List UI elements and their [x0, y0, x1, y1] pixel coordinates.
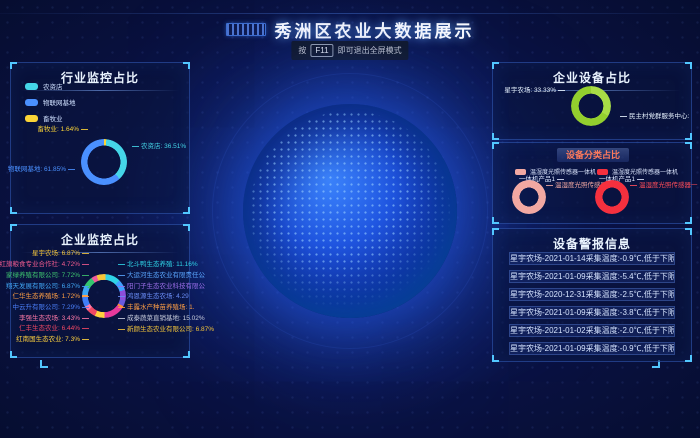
device-label-left: 星宇农场: 33.33%	[504, 87, 556, 95]
industry-legend: 农资店 物联网基地 畜牧业	[25, 81, 76, 129]
enterprise-label: 新颜生态农业有限公司: 6.87%	[127, 326, 214, 334]
alarm-row: 星宇农场-2021-01-14采集温度:-0.9℃,低于下限:0℃	[509, 252, 675, 265]
industry-monitor-panel: 行业监控占比 农资店 物联网基地 畜牧业 畜牧业: 1.64% 农资店: 36.…	[10, 62, 190, 214]
logo-badge	[226, 23, 266, 36]
enterprise-label: 丰露水产种苗养殖场: 1.	[127, 304, 195, 312]
page-title: 秀洲区农业大数据展示	[275, 17, 475, 42]
legend-item-wulianwang[interactable]: 物联网基地	[25, 97, 76, 107]
legend-item-nongzidian[interactable]: 农资店	[25, 81, 76, 91]
enterprise-monitor-panel: 企业监控占比 星宇农场: 6.87% 红旗粮食专业合作社: 4.72% 家绿养殖…	[10, 224, 190, 358]
enterprise-label: 红旗粮食专业合作社: 4.72%	[0, 261, 80, 269]
alarm-row: 星宇农场-2020-12-31采集温度:-2.5℃,低于下限:0℃	[509, 288, 675, 301]
device-label-right: 民主村党群服务中心:	[629, 113, 689, 121]
device-class-title: 设备分类占比	[557, 148, 629, 162]
enterprise-label: 阳门子生态农业科技有限公	[127, 283, 205, 291]
globe-visualization[interactable]	[243, 104, 457, 318]
enterprise-panel-title: 企业监控占比	[11, 231, 189, 248]
device-donut-chart[interactable]	[571, 86, 611, 126]
enterprise-label: 中云升有限公司: 7.29%	[12, 304, 80, 312]
legend-swatch-blue	[25, 99, 38, 106]
device-class-panel: 设备分类占比 温湿度光照传感器一体机 一体机产品1 温湿度光照传感器一 温湿度光…	[492, 142, 692, 224]
industry-label-nongzidian: 农资店: 36.51%	[141, 143, 186, 151]
class-right-donut[interactable]	[595, 180, 629, 214]
page-header: 秀洲区农业大数据展示	[0, 17, 700, 42]
legend-swatch-yellow	[25, 115, 38, 122]
enterprise-label: 鸿恩源生态农场: 4.29	[127, 293, 189, 301]
enterprise-label: 星宇农场: 6.87%	[32, 250, 80, 258]
industry-label-wulianwang: 物联网基地: 61.85%	[8, 166, 66, 174]
enterprise-label: 北斗鸭生态养殖: 11.16%	[127, 261, 198, 269]
alarm-panel-title: 设备警报信息	[493, 235, 691, 252]
enterprise-label: 成泰蔬菜直销基地: 15.02%	[127, 315, 205, 323]
legend-label: 农资店	[43, 81, 63, 91]
dashboard-stage: 秀洲区农业大数据展示 按 F11 即可退出全屏模式 行业监控占比 农资店 物联网…	[0, 0, 700, 438]
legend-label: 温湿度光照传感器一体机	[530, 167, 596, 176]
device-panel-title: 企业设备占比	[493, 69, 691, 86]
industry-donut-chart[interactable]	[81, 139, 127, 185]
enterprise-label: 翔天发展有限公司: 6.87%	[6, 283, 80, 291]
legend-swatch-cyan	[25, 83, 38, 90]
enterprise-label: 仁丰生态农业: 6.44%	[19, 325, 80, 333]
alarm-row: 星宇农场-2021-01-09采集温度:-0.9℃,低于下限:0℃	[509, 342, 675, 355]
alarm-row: 星宇农场-2021-01-09采集温度:-5.4℃,低于下限:0℃	[509, 270, 675, 283]
legend-label: 温湿度光照传感器一体机	[612, 167, 678, 176]
legend-swatch-red	[597, 169, 608, 175]
fullscreen-exit-tooltip: 按 F11 即可退出全屏模式	[291, 41, 408, 60]
alarm-row: 星宇农场-2021-01-09采集温度:-3.8℃,低于下限:0℃	[509, 306, 675, 319]
header-divider-line	[0, 13, 700, 14]
f11-key-badge: F11	[310, 44, 333, 57]
device-alarm-panel: 设备警报信息 星宇农场-2021-01-14采集温度:-0.9℃,低于下限:0℃…	[492, 228, 692, 362]
alarm-row: 星宇农场-2021-01-02采集温度:-2.0℃,低于下限:0℃	[509, 324, 675, 337]
industry-label-xumuye: 畜牧业: 1.64%	[37, 126, 79, 134]
enterprise-label: 大运河生态农业有限责任公	[127, 272, 205, 280]
enterprise-label: 红南国生态农业: 7.3%	[16, 336, 80, 344]
class-left-donut[interactable]	[512, 180, 546, 214]
class-left-legend[interactable]: 温湿度光照传感器一体机	[515, 167, 596, 176]
enterprise-label: 仁华生态养殖场: 1.72%	[12, 293, 80, 301]
legend-label: 畜牧业	[43, 113, 63, 123]
legend-swatch-pink	[515, 169, 526, 175]
device-ratio-panel: 企业设备占比 星宇农场: 33.33% 民主村党群服务中心:	[492, 62, 692, 140]
enterprise-label: 家绿养殖有限公司: 7.72%	[6, 272, 80, 280]
tooltip-prefix: 按	[298, 45, 306, 56]
class-right-legend[interactable]: 温湿度光照传感器一体机	[597, 167, 678, 176]
legend-label: 物联网基地	[43, 97, 76, 107]
tooltip-suffix: 即可退出全屏模式	[338, 45, 402, 56]
stage-corner-left	[40, 360, 48, 368]
enterprise-label: 李强生态农场: 3.43%	[19, 315, 80, 323]
class-right-pointer: 温湿度光照传感器一	[639, 182, 698, 190]
legend-item-xumuye[interactable]: 畜牧业	[25, 113, 76, 123]
